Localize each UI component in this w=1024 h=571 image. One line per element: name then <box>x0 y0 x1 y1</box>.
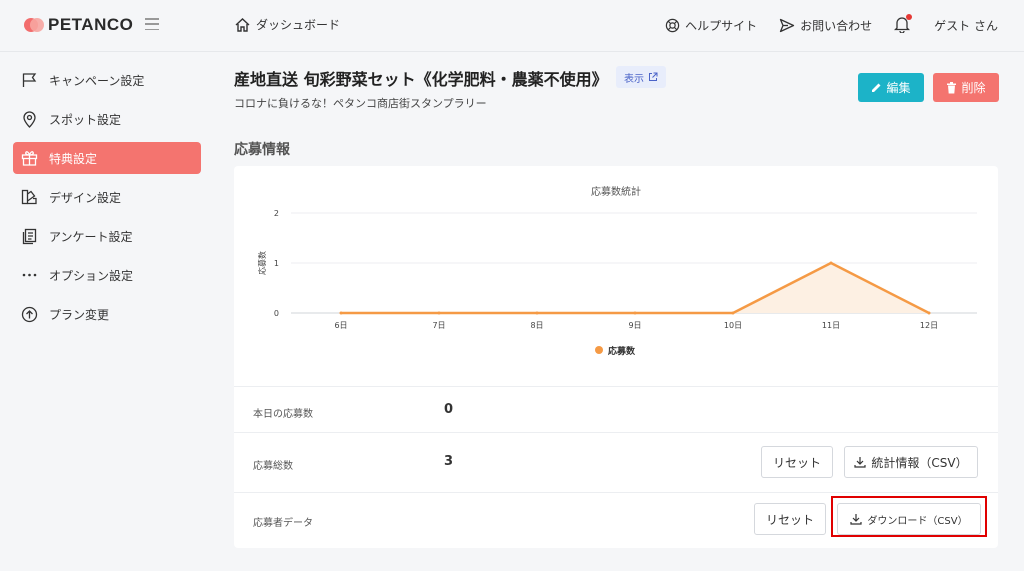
total-count-label: 応募総数 <box>253 461 293 472</box>
sidebar-item-survey[interactable]: アンケート設定 <box>13 220 201 252</box>
sidebar-item-design[interactable]: デザイン設定 <box>13 181 201 213</box>
y-tick-label: 0 <box>274 309 279 318</box>
sidebar: キャンペーン設定 スポット設定 特典設定 デザイン設定 アンケート設定 オプショ… <box>0 52 214 571</box>
reset-stats-button[interactable]: リセット <box>761 446 833 478</box>
notification-dot <box>906 14 913 20</box>
breadcrumb-dashboard[interactable]: ダッシュボード <box>234 16 340 33</box>
delete-label: 削除 <box>961 81 986 95</box>
home-icon <box>235 17 250 32</box>
menu-toggle-icon[interactable] <box>145 18 159 30</box>
data-point <box>437 311 441 315</box>
x-tick-label: 11日 <box>822 321 840 330</box>
logo[interactable]: PETANCO <box>24 15 133 35</box>
header-actions: ヘルプサイト お問い合わせ ゲスト さん <box>643 14 998 35</box>
today-count-label: 本日の応募数 <box>253 409 313 420</box>
view-badge-label: 表示 <box>624 73 644 85</box>
top-bar: PETANCO ダッシュボード ヘルプサイト お問い合わせ ゲスト さん <box>0 0 1024 52</box>
contact-label: お問い合わせ <box>800 18 873 33</box>
data-point <box>633 311 637 315</box>
stats-csv-button[interactable]: 統計情報（CSV） <box>844 446 978 478</box>
x-tick-label: 10日 <box>724 321 742 330</box>
series-area <box>341 263 929 313</box>
sidebar-item-label: アンケート設定 <box>49 229 133 244</box>
notification-bell[interactable] <box>894 14 913 35</box>
more-icon <box>22 273 37 277</box>
send-icon <box>780 18 795 32</box>
clipboard-icon <box>22 228 37 244</box>
breadcrumb-label: ダッシュボード <box>256 18 341 32</box>
delete-button[interactable]: 削除 <box>933 73 999 102</box>
y-axis-label: 応募数 <box>257 251 267 275</box>
edit-button[interactable]: 編集 <box>858 73 924 102</box>
page-title: 産地直送 旬彩野菜セット《化学肥料・農薬不使用》 <box>234 70 608 89</box>
total-count-value: 3 <box>444 454 454 469</box>
chart-title: 応募数統計 <box>591 185 641 198</box>
data-point <box>535 311 539 315</box>
today-count-value: 0 <box>444 402 454 417</box>
user-name[interactable]: ゲスト さん <box>934 17 998 34</box>
pencil-icon <box>872 83 881 92</box>
lifebuoy-icon <box>665 18 680 32</box>
brand-name: PETANCO <box>48 15 134 34</box>
sidebar-item-label: デザイン設定 <box>49 190 122 205</box>
palette-icon <box>21 189 37 205</box>
sidebar-item-label: キャンペーン設定 <box>49 73 145 88</box>
flag-icon <box>22 73 37 87</box>
sidebar-item-label: スポット設定 <box>49 112 122 127</box>
data-point <box>731 311 735 315</box>
arrow-up-circle-icon <box>21 306 38 322</box>
help-label: ヘルプサイト <box>685 18 758 33</box>
x-tick-label: 6日 <box>334 321 347 330</box>
help-link[interactable]: ヘルプサイト <box>665 17 757 34</box>
map-pin-icon <box>23 110 36 128</box>
section-title: 応募情報 <box>234 142 290 158</box>
y-tick-label: 2 <box>274 209 279 218</box>
highlight-box <box>831 496 987 537</box>
y-tick-label: 1 <box>274 259 279 268</box>
legend-label: 応募数 <box>608 345 636 357</box>
sidebar-item-plan[interactable]: プラン変更 <box>13 298 201 330</box>
contact-link[interactable]: お問い合わせ <box>779 17 872 34</box>
applicant-data-label: 応募者データ <box>253 518 313 529</box>
sidebar-item-label: プラン変更 <box>49 307 110 322</box>
x-tick-label: 8日 <box>530 321 543 330</box>
divider <box>234 386 998 387</box>
x-tick-label: 12日 <box>920 321 938 330</box>
stats-csv-label: 統計情報（CSV） <box>871 455 968 470</box>
divider <box>234 492 998 493</box>
page-subtitle: コロナに負けるな！ペタンコ商店街スタンプラリー <box>234 97 487 110</box>
stats-card: 応募数統計 0 1 2 応募数 6日 7日 8日 9日 10日 11日 12日 応募数 本日の応募数 0… <box>234 166 998 548</box>
sidebar-item-campaign[interactable]: キャンペーン設定 <box>13 64 201 96</box>
sidebar-item-benefit[interactable]: 特典設定 <box>13 142 201 174</box>
reset-applicants-button[interactable]: リセット <box>754 503 826 535</box>
trash-icon <box>947 81 957 93</box>
sidebar-item-label: オプション設定 <box>49 268 134 283</box>
data-point <box>829 261 833 265</box>
legend-marker <box>595 346 603 354</box>
data-point <box>927 311 931 315</box>
external-link-icon <box>649 72 658 81</box>
divider <box>234 432 998 433</box>
x-tick-label: 7日 <box>432 321 445 330</box>
data-point <box>339 311 343 315</box>
sidebar-item-label: 特典設定 <box>49 151 98 166</box>
edit-label: 編集 <box>886 81 911 95</box>
view-badge[interactable]: 表示 <box>616 66 666 88</box>
download-icon <box>854 457 866 468</box>
sidebar-item-spot[interactable]: スポット設定 <box>13 103 201 135</box>
gift-icon <box>21 151 38 166</box>
sidebar-item-option[interactable]: オプション設定 <box>13 259 201 291</box>
logo-mark-icon <box>24 15 44 35</box>
entries-chart: 応募数統計012応募数6日 7日 8日 9日 10日 11日 12日応募数 <box>257 185 977 357</box>
x-tick-label: 9日 <box>628 321 641 330</box>
